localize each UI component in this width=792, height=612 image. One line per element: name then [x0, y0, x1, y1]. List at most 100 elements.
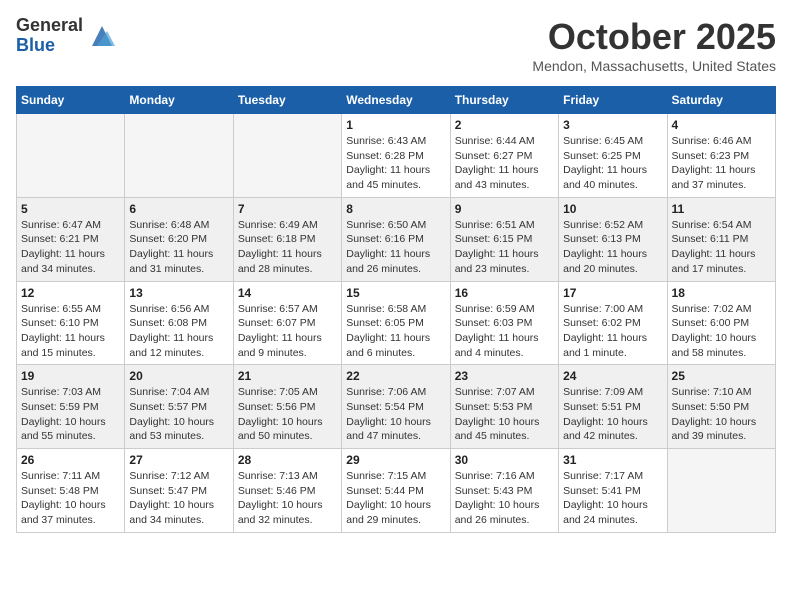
- day-number: 29: [346, 453, 445, 467]
- day-number: 13: [129, 286, 228, 300]
- calendar-week-row: 1Sunrise: 6:43 AM Sunset: 6:28 PM Daylig…: [17, 114, 776, 198]
- day-number: 15: [346, 286, 445, 300]
- calendar-cell: 16 Sunrise: 6:59 AM Sunset: 6:03 PM Dayli…: [450, 281, 558, 365]
- calendar-cell: 31Sunrise: 7:17 AM Sunset: 5:41 PM Dayli…: [559, 449, 667, 533]
- day-info: Sunrise: 7:16 AM Sunset: 5:43 PM Dayligh…: [455, 469, 554, 528]
- calendar-cell: 7 Sunrise: 6:49 AM Sunset: 6:18 PM Daylig…: [233, 197, 341, 281]
- day-info: Sunrise: 6:58 AM Sunset: 6:05 PM Dayligh…: [346, 302, 445, 361]
- day-info: Sunrise: 7:04 AM Sunset: 5:57 PM Dayligh…: [129, 385, 228, 444]
- day-number: 6: [129, 202, 228, 216]
- calendar-cell: 12 Sunrise: 6:55 AM Sunset: 6:10 PM Dayli…: [17, 281, 125, 365]
- day-info: Sunrise: 7:05 AM Sunset: 5:56 PM Dayligh…: [238, 385, 337, 444]
- day-info: Sunrise: 7:00 AM Sunset: 6:02 PM Dayligh…: [563, 302, 662, 361]
- day-info: Sunrise: 6:45 AM Sunset: 6:25 PM Dayligh…: [563, 134, 662, 193]
- day-info: Sunrise: 7:12 AM Sunset: 5:47 PM Dayligh…: [129, 469, 228, 528]
- calendar-cell: 26Sunrise: 7:11 AM Sunset: 5:48 PM Dayli…: [17, 449, 125, 533]
- day-number: 10: [563, 202, 662, 216]
- day-number: 26: [21, 453, 120, 467]
- day-number: 11: [672, 202, 771, 216]
- calendar-table: SundayMondayTuesdayWednesdayThursdayFrid…: [16, 86, 776, 533]
- day-info: Sunrise: 7:03 AM Sunset: 5:59 PM Dayligh…: [21, 385, 120, 444]
- calendar-cell: 20 Sunrise: 7:04 AM Sunset: 5:57 PM Dayli…: [125, 365, 233, 449]
- calendar-cell: 1Sunrise: 6:43 AM Sunset: 6:28 PM Daylig…: [342, 114, 450, 198]
- title-block: October 2025 Mendon, Massachusetts, Unit…: [532, 16, 776, 74]
- day-info: Sunrise: 6:56 AM Sunset: 6:08 PM Dayligh…: [129, 302, 228, 361]
- calendar-week-row: 12 Sunrise: 6:55 AM Sunset: 6:10 PM Dayli…: [17, 281, 776, 365]
- weekday-header: Saturday: [667, 87, 775, 114]
- calendar-cell: 28 Sunrise: 7:13 AM Sunset: 5:46 PM Dayli…: [233, 449, 341, 533]
- day-number: 28: [238, 453, 337, 467]
- weekday-header: Tuesday: [233, 87, 341, 114]
- day-number: 24: [563, 369, 662, 383]
- day-info: Sunrise: 7:15 AM Sunset: 5:44 PM Dayligh…: [346, 469, 445, 528]
- calendar-week-row: 26Sunrise: 7:11 AM Sunset: 5:48 PM Dayli…: [17, 449, 776, 533]
- weekday-header: Sunday: [17, 87, 125, 114]
- day-number: 30: [455, 453, 554, 467]
- day-info: Sunrise: 6:46 AM Sunset: 6:23 PM Dayligh…: [672, 134, 771, 193]
- day-number: 9: [455, 202, 554, 216]
- day-info: Sunrise: 7:02 AM Sunset: 6:00 PM Dayligh…: [672, 302, 771, 361]
- logo-general: General: [16, 16, 83, 36]
- day-number: 17: [563, 286, 662, 300]
- day-number: 25: [672, 369, 771, 383]
- day-number: 14: [238, 286, 337, 300]
- calendar-cell: 23 Sunrise: 7:07 AM Sunset: 5:53 PM Dayli…: [450, 365, 558, 449]
- day-number: 4: [672, 118, 771, 132]
- calendar-week-row: 19 Sunrise: 7:03 AM Sunset: 5:59 PM Dayli…: [17, 365, 776, 449]
- day-info: Sunrise: 7:06 AM Sunset: 5:54 PM Dayligh…: [346, 385, 445, 444]
- calendar-cell: 8 Sunrise: 6:50 AM Sunset: 6:16 PM Daylig…: [342, 197, 450, 281]
- day-number: 8: [346, 202, 445, 216]
- day-number: 16: [455, 286, 554, 300]
- calendar-cell: [125, 114, 233, 198]
- calendar-cell: [233, 114, 341, 198]
- day-info: Sunrise: 6:50 AM Sunset: 6:16 PM Dayligh…: [346, 218, 445, 277]
- day-number: 31: [563, 453, 662, 467]
- day-info: Sunrise: 6:47 AM Sunset: 6:21 PM Dayligh…: [21, 218, 120, 277]
- day-info: Sunrise: 6:49 AM Sunset: 6:18 PM Dayligh…: [238, 218, 337, 277]
- day-info: Sunrise: 6:44 AM Sunset: 6:27 PM Dayligh…: [455, 134, 554, 193]
- day-info: Sunrise: 7:13 AM Sunset: 5:46 PM Dayligh…: [238, 469, 337, 528]
- calendar-cell: 27 Sunrise: 7:12 AM Sunset: 5:47 PM Dayli…: [125, 449, 233, 533]
- day-info: Sunrise: 6:55 AM Sunset: 6:10 PM Dayligh…: [21, 302, 120, 361]
- day-number: 19: [21, 369, 120, 383]
- calendar-cell: 13 Sunrise: 6:56 AM Sunset: 6:08 PM Dayli…: [125, 281, 233, 365]
- day-info: Sunrise: 6:48 AM Sunset: 6:20 PM Dayligh…: [129, 218, 228, 277]
- calendar-cell: 25 Sunrise: 7:10 AM Sunset: 5:50 PM Dayli…: [667, 365, 775, 449]
- day-number: 20: [129, 369, 228, 383]
- day-info: Sunrise: 7:09 AM Sunset: 5:51 PM Dayligh…: [563, 385, 662, 444]
- calendar-cell: 14 Sunrise: 6:57 AM Sunset: 6:07 PM Dayli…: [233, 281, 341, 365]
- weekday-header-row: SundayMondayTuesdayWednesdayThursdayFrid…: [17, 87, 776, 114]
- calendar-cell: 5 Sunrise: 6:47 AM Sunset: 6:21 PM Daylig…: [17, 197, 125, 281]
- weekday-header: Wednesday: [342, 87, 450, 114]
- weekday-header: Monday: [125, 87, 233, 114]
- calendar-cell: 4 Sunrise: 6:46 AM Sunset: 6:23 PM Daylig…: [667, 114, 775, 198]
- calendar-cell: 10 Sunrise: 6:52 AM Sunset: 6:13 PM Dayli…: [559, 197, 667, 281]
- month-title: October 2025: [532, 16, 776, 58]
- day-info: Sunrise: 6:54 AM Sunset: 6:11 PM Dayligh…: [672, 218, 771, 277]
- day-info: Sunrise: 6:59 AM Sunset: 6:03 PM Dayligh…: [455, 302, 554, 361]
- weekday-header: Friday: [559, 87, 667, 114]
- calendar-cell: [667, 449, 775, 533]
- day-number: 23: [455, 369, 554, 383]
- calendar-cell: 18 Sunrise: 7:02 AM Sunset: 6:00 PM Dayli…: [667, 281, 775, 365]
- logo-blue: Blue: [16, 36, 83, 56]
- day-number: 5: [21, 202, 120, 216]
- day-info: Sunrise: 6:57 AM Sunset: 6:07 PM Dayligh…: [238, 302, 337, 361]
- calendar-week-row: 5 Sunrise: 6:47 AM Sunset: 6:21 PM Daylig…: [17, 197, 776, 281]
- day-number: 1: [346, 118, 445, 132]
- calendar-cell: 30 Sunrise: 7:16 AM Sunset: 5:43 PM Dayli…: [450, 449, 558, 533]
- calendar-cell: 15 Sunrise: 6:58 AM Sunset: 6:05 PM Dayli…: [342, 281, 450, 365]
- day-number: 7: [238, 202, 337, 216]
- day-number: 2: [455, 118, 554, 132]
- day-number: 21: [238, 369, 337, 383]
- day-number: 12: [21, 286, 120, 300]
- day-info: Sunrise: 6:52 AM Sunset: 6:13 PM Dayligh…: [563, 218, 662, 277]
- day-number: 27: [129, 453, 228, 467]
- weekday-header: Thursday: [450, 87, 558, 114]
- location: Mendon, Massachusetts, United States: [532, 58, 776, 74]
- day-info: Sunrise: 7:10 AM Sunset: 5:50 PM Dayligh…: [672, 385, 771, 444]
- logo-icon: [87, 21, 117, 51]
- day-info: Sunrise: 7:07 AM Sunset: 5:53 PM Dayligh…: [455, 385, 554, 444]
- day-number: 18: [672, 286, 771, 300]
- logo: General Blue: [16, 16, 117, 56]
